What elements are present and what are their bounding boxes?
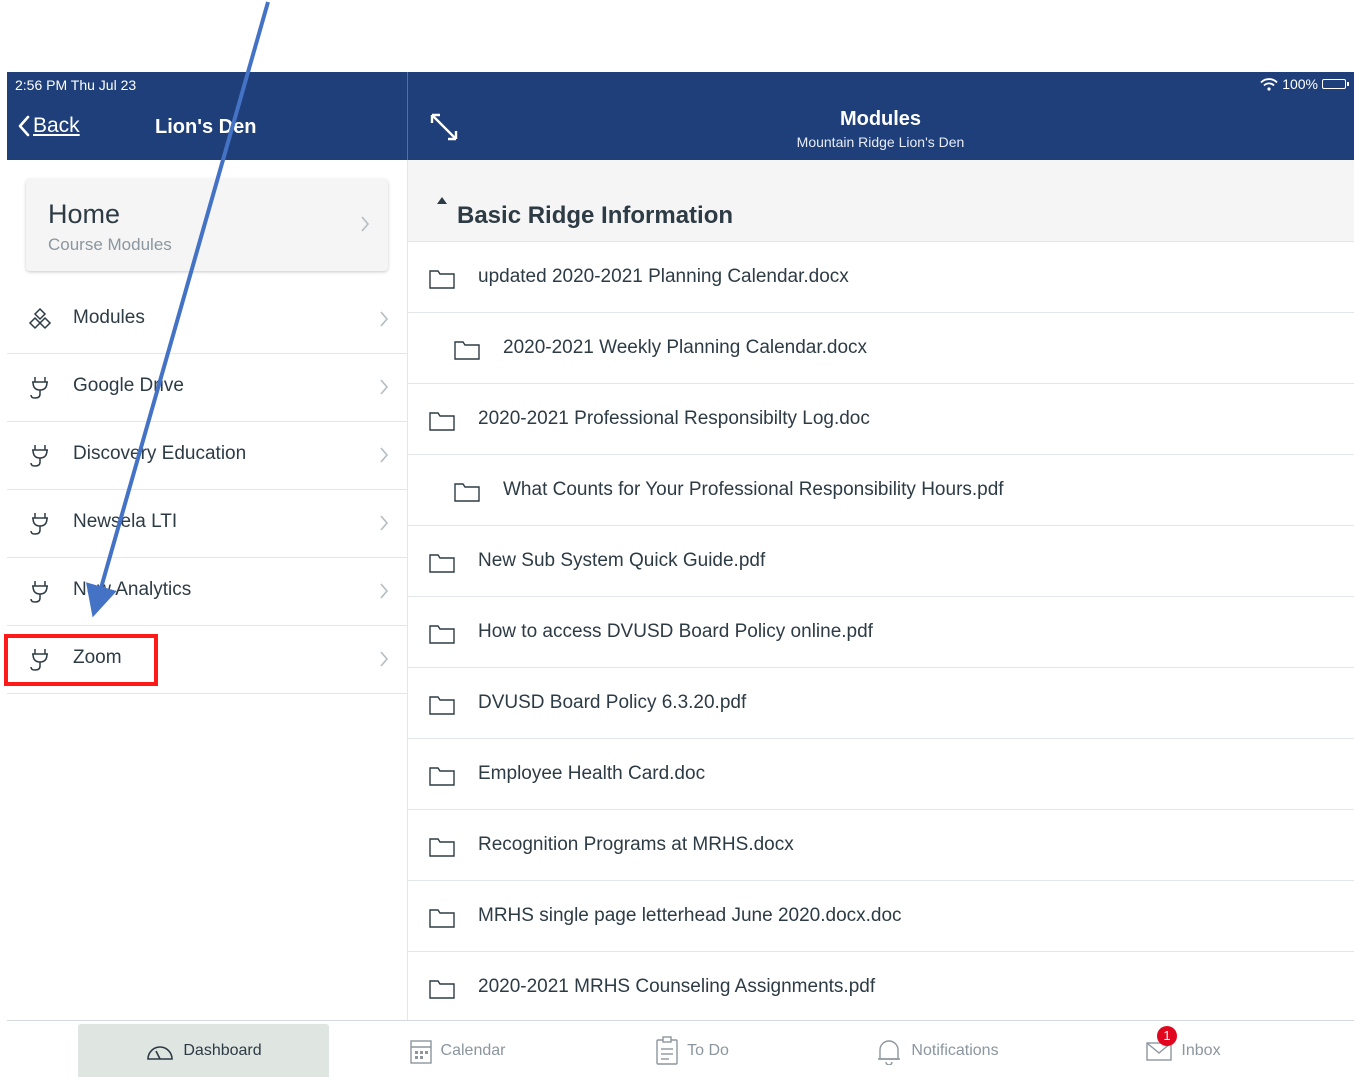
nav-item-discovery-education[interactable]: Discovery Education [7,422,407,490]
tab-label: Calendar [440,1041,506,1059]
tab-label: Inbox [1181,1041,1221,1059]
page-title: Modules [839,108,922,130]
nav-item-modules[interactable]: Modules [7,286,407,354]
tab-notifications[interactable]: Notifications [862,1024,1012,1077]
tab-label: To Do [687,1041,729,1059]
module-item-label: 2020-2021 MRHS Counseling Assignments.pd… [478,976,876,997]
collapse-triangle-icon [437,197,447,204]
nav-item-label: Modules [73,307,145,328]
folder-icon [429,554,455,573]
folder-icon [429,909,455,928]
plug-icon [30,445,48,467]
folder-icon [454,483,480,502]
module-item[interactable]: DVUSD Board Policy 6.3.20.pdf [408,668,1354,739]
chevron-right-icon [361,216,370,232]
ipad-screen: 2:56 PM Thu Jul 23 100% Back Lion's Den … [4,72,1354,1077]
chevron-right-icon [380,651,389,667]
chevron-right-icon [380,447,389,463]
page-title-block: Modules Mountain Ridge Lion's Den [407,108,1354,150]
module-item[interactable]: What Counts for Your Professional Respon… [408,455,1354,526]
module-item-list: updated 2020-2021 Planning Calendar.docx… [408,242,1354,1020]
zoom-highlight-box [4,634,158,686]
module-item-label: What Counts for Your Professional Respon… [503,479,1004,500]
back-button[interactable]: Back [17,114,80,138]
course-title: Lion's Den [155,116,257,138]
tab-label: Dashboard [183,1041,262,1059]
page-subtitle: Mountain Ridge Lion's Den [796,134,965,150]
course-nav-pane: Home Course Modules Modules Google Drive [4,160,408,1020]
chevron-right-icon [380,515,389,531]
tab-todo[interactable]: To Do [642,1024,742,1077]
folder-icon [429,412,455,431]
battery-percent: 100% [1282,76,1318,92]
tab-dashboard[interactable]: Dashboard [78,1024,329,1077]
module-item[interactable]: New Sub System Quick Guide.pdf [408,526,1354,597]
module-item-label: New Sub System Quick Guide.pdf [478,550,766,571]
nav-item-newsela-lti[interactable]: Newsela LTI [7,490,407,558]
top-margin [0,0,1354,72]
module-item[interactable]: 2020-2021 Professional Responsibilty Log… [408,384,1354,455]
folder-icon [429,270,455,289]
module-item-label: Recognition Programs at MRHS.docx [478,834,794,855]
chevron-right-icon [380,583,389,599]
nav-item-label: Google Drive [73,375,184,396]
folder-icon [429,767,455,786]
module-item-label: 2020-2021 Professional Responsibilty Log… [478,408,870,429]
modules-pane: Basic Ridge Information updated 2020-202… [408,160,1354,1020]
tab-label: Notifications [911,1041,999,1059]
nav-item-new-analytics[interactable]: New Analytics [7,558,407,626]
nav-item-label: New Analytics [73,579,192,600]
tab-inbox[interactable]: Inbox 1 [1135,1024,1231,1077]
calendar-icon [409,1039,432,1064]
status-indicators: 100% [1260,76,1349,92]
module-item[interactable]: updated 2020-2021 Planning Calendar.docx [408,242,1354,313]
home-subtitle: Course Modules [48,235,172,254]
nav-item-zoom[interactable]: Zoom [4,626,407,694]
module-item-label: DVUSD Board Policy 6.3.20.pdf [478,692,747,713]
module-item[interactable]: MRHS single page letterhead June 2020.do… [408,881,1354,952]
app-header: 2:56 PM Thu Jul 23 100% Back Lion's Den … [7,72,1354,160]
folder-icon [429,980,455,999]
chevron-right-icon [380,311,389,327]
folder-icon [454,341,480,360]
module-item[interactable]: 2020-2021 Weekly Planning Calendar.docx [408,313,1354,384]
plug-icon [30,377,48,399]
plug-icon [30,513,48,535]
home-title: Home [48,199,121,229]
status-time: 2:56 PM Thu Jul 23 [15,77,137,93]
module-item[interactable]: Recognition Programs at MRHS.docx [408,810,1354,881]
back-label: Back [33,114,80,137]
chevron-left-icon [18,115,30,137]
battery-icon [1322,79,1349,89]
wifi-icon [1260,77,1278,91]
home-card[interactable]: Home Course Modules [26,179,388,271]
inbox-unread-badge: 1 [1157,1026,1177,1046]
folder-icon [429,838,455,857]
module-section-title: Basic Ridge Information [457,202,734,229]
module-item-label: Employee Health Card.doc [478,763,706,784]
nav-item-label: Newsela LTI [73,511,178,532]
nav-item-label: Discovery Education [73,443,247,464]
chevron-right-icon [380,379,389,395]
modules-icon [28,307,52,330]
nav-item-google-drive[interactable]: Google Drive [7,354,407,422]
bell-icon [878,1039,901,1065]
plug-icon [30,581,48,603]
module-item[interactable]: How to access DVUSD Board Policy online.… [408,597,1354,668]
course-nav-list: Modules Google Drive Discovery Education [4,286,407,694]
bottom-tab-bar: Dashboard Calendar To Do Notifications I… [7,1020,1354,1077]
module-item-label: updated 2020-2021 Planning Calendar.docx [478,266,849,287]
module-item[interactable]: 2020-2021 MRHS Counseling Assignments.pd… [408,952,1354,1020]
module-item[interactable]: Employee Health Card.doc [408,739,1354,810]
folder-icon [429,696,455,715]
module-item-label: 2020-2021 Weekly Planning Calendar.docx [503,337,868,358]
module-section-header[interactable]: Basic Ridge Information [408,160,1354,242]
tab-calendar[interactable]: Calendar [397,1024,517,1077]
clipboard-icon [656,1035,678,1065]
folder-icon [429,625,455,644]
module-item-label: How to access DVUSD Board Policy online.… [478,621,873,642]
dashboard-icon [147,1045,174,1060]
module-item-label: MRHS single page letterhead June 2020.do… [478,905,902,926]
